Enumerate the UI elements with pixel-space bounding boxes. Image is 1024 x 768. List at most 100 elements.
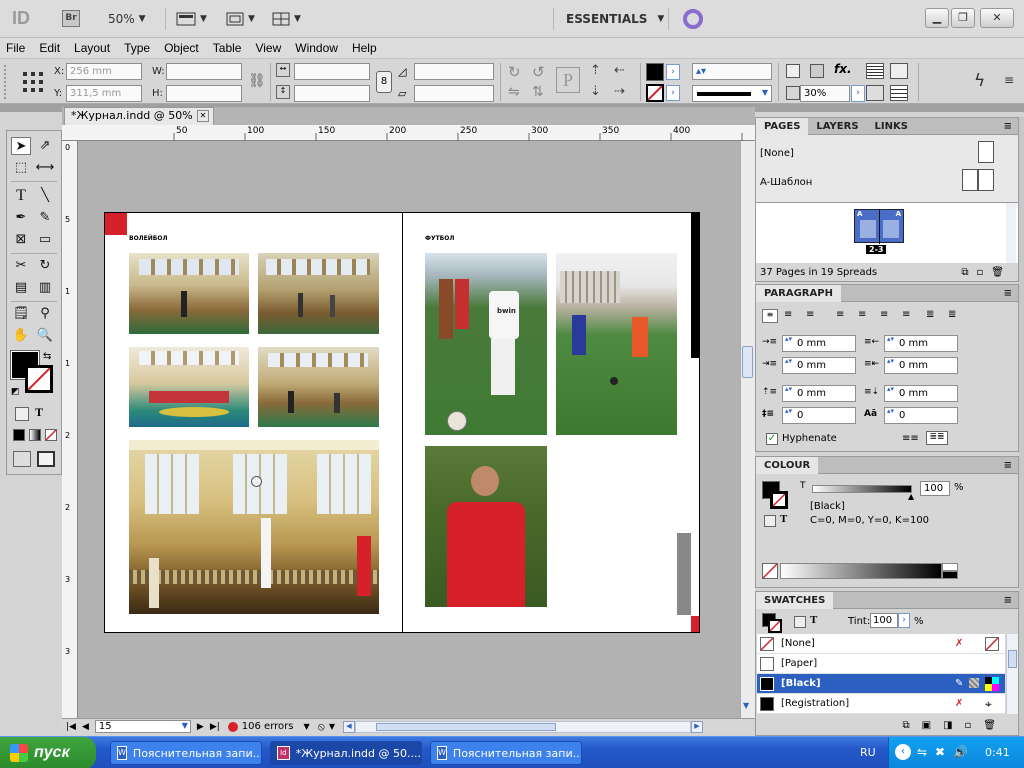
- zoom-tool-icon[interactable]: 🔍: [35, 327, 55, 345]
- menu-edit[interactable]: Edit: [39, 41, 60, 55]
- horizontal-scroll-thumb[interactable]: [375, 722, 556, 731]
- align-center-button[interactable]: ≡: [784, 309, 792, 320]
- close-button[interactable]: ✕: [980, 8, 1014, 28]
- menu-layout[interactable]: Layout: [74, 41, 110, 55]
- taskbar-task-word-1[interactable]: W Пояснительная запи...: [110, 741, 262, 765]
- fill-menu-arrow-icon[interactable]: ›: [666, 64, 680, 80]
- preflight-menu-chevron-icon[interactable]: ▼: [303, 722, 309, 731]
- select-container-icon[interactable]: ⇡: [590, 63, 601, 78]
- y-position-field[interactable]: 311,5 mm: [66, 85, 142, 102]
- stroke-type-dropdown[interactable]: ▼: [692, 85, 772, 102]
- align-right-button[interactable]: ≡: [806, 309, 814, 320]
- menu-table[interactable]: Table: [213, 41, 242, 55]
- tint-slider[interactable]: [812, 485, 912, 493]
- edit-page-size-icon[interactable]: ⧉: [961, 267, 968, 278]
- vertical-scrollbar[interactable]: ▼: [740, 141, 755, 718]
- left-indent-field[interactable]: 0 mm: [782, 335, 856, 352]
- normal-view-mode-icon[interactable]: [13, 451, 31, 467]
- tint-slider-handle-icon[interactable]: ▲: [908, 492, 914, 501]
- line-tool-icon[interactable]: ╲: [35, 187, 55, 205]
- swatches-tint-field[interactable]: 100: [870, 613, 898, 628]
- align-top-icon[interactable]: [866, 85, 884, 101]
- volleyball-photo-4[interactable]: [258, 347, 379, 427]
- quick-apply-lightning-icon[interactable]: ϟ: [974, 71, 985, 91]
- tab-links[interactable]: LINKS: [867, 118, 916, 135]
- swap-colors-icon[interactable]: ⇆: [43, 351, 51, 362]
- paragraph-panel-title[interactable]: PARAGRAPH: [756, 284, 841, 302]
- type-tool-icon[interactable]: T: [11, 187, 31, 205]
- volleyball-photo-1[interactable]: [129, 253, 249, 334]
- swatch-row-black[interactable]: [Black] ✎: [757, 674, 1005, 694]
- opacity-field[interactable]: 30%: [800, 85, 850, 102]
- colour-ramp[interactable]: [780, 563, 942, 579]
- tint-field[interactable]: 100: [920, 481, 950, 496]
- shear-field[interactable]: [414, 85, 494, 102]
- document-tab[interactable]: *Журнал.indd @ 50% ✕: [64, 107, 214, 125]
- rectangle-tool-icon[interactable]: ▭: [35, 231, 55, 249]
- colour-none-swatch[interactable]: [762, 563, 778, 579]
- menu-help[interactable]: Help: [352, 41, 377, 55]
- colour-ramp-black[interactable]: [942, 571, 958, 579]
- previous-page-icon[interactable]: ◀: [82, 722, 89, 732]
- close-tab-icon[interactable]: ✕: [197, 110, 209, 122]
- drop-cap-lines-field[interactable]: 0: [782, 407, 856, 424]
- preview-mode-icon[interactable]: [37, 451, 55, 467]
- new-swatch-icon[interactable]: ▫: [965, 720, 972, 731]
- colour-panel-title[interactable]: COLOUR: [756, 456, 819, 474]
- select-content-icon[interactable]: ⇣: [590, 84, 601, 99]
- swatch-row-none[interactable]: [None] ✗: [757, 634, 1005, 654]
- cs-live-icon[interactable]: [683, 9, 703, 29]
- eyedropper-tool-icon[interactable]: ⚲: [35, 305, 55, 323]
- language-indicator[interactable]: RU: [860, 746, 876, 759]
- start-button[interactable]: пуск: [0, 737, 96, 768]
- vertical-scroll-thumb[interactable]: [742, 346, 753, 378]
- selection-tool-icon[interactable]: ➤: [11, 137, 31, 155]
- first-page-icon[interactable]: |◀: [66, 722, 76, 732]
- delete-swatch-icon[interactable]: 🗑: [983, 720, 996, 731]
- menu-file[interactable]: File: [6, 41, 25, 55]
- volleyball-photo-3[interactable]: [129, 347, 249, 427]
- panel-menu-icon[interactable]: ≡: [1004, 288, 1012, 299]
- apply-none-icon[interactable]: [45, 429, 57, 441]
- hyphenate-checkbox[interactable]: ✓: [766, 433, 778, 445]
- justify-right-button[interactable]: ≡: [880, 309, 888, 320]
- apply-color-icon[interactable]: [13, 429, 25, 441]
- stroke-swatch[interactable]: [646, 84, 664, 102]
- height-field[interactable]: [166, 85, 242, 102]
- pages-scrollbar[interactable]: [1006, 203, 1016, 263]
- minimize-button[interactable]: ▁: [925, 8, 949, 28]
- swatches-text-icon[interactable]: T: [810, 614, 817, 626]
- scroll-left-icon[interactable]: ◀: [342, 720, 355, 733]
- fill-swatch[interactable]: [646, 63, 664, 81]
- colour-stroke-swatch[interactable]: [770, 491, 788, 509]
- width-field[interactable]: [166, 63, 242, 80]
- colour-container-icon[interactable]: [764, 515, 776, 527]
- space-after-field[interactable]: 0 mm: [884, 385, 958, 402]
- panel-menu-icon[interactable]: ≡: [1004, 460, 1012, 471]
- first-line-indent-field[interactable]: 0 mm: [782, 357, 856, 374]
- master-a-left-thumb[interactable]: [962, 169, 978, 191]
- align-baseline-grid-icon[interactable]: ≣≣: [926, 431, 948, 445]
- select-previous-icon[interactable]: ⇠: [614, 63, 625, 78]
- apply-gradient-icon[interactable]: [29, 429, 41, 441]
- flip-horizontal-icon[interactable]: ⇋: [508, 84, 520, 100]
- restore-button[interactable]: ❐: [951, 8, 975, 28]
- volume-icon[interactable]: 🔊: [953, 745, 968, 759]
- next-page-icon[interactable]: ▶: [197, 722, 204, 732]
- last-line-indent-field[interactable]: 0 mm: [884, 357, 958, 374]
- tab-pages[interactable]: PAGES: [756, 117, 809, 135]
- pencil-tool-icon[interactable]: ✎: [35, 209, 55, 227]
- flip-vertical-icon[interactable]: ⇅: [532, 84, 544, 100]
- scroll-right-icon[interactable]: ▶: [690, 720, 703, 733]
- gradient-swatch-tool-icon[interactable]: ▤: [11, 279, 31, 297]
- panel-menu-icon[interactable]: ≡: [1004, 121, 1012, 132]
- justify-center-button[interactable]: ≡: [858, 309, 866, 320]
- football-photo-1[interactable]: bwin: [425, 253, 547, 435]
- volleyball-photo-2[interactable]: [258, 253, 379, 334]
- formatting-text-icon[interactable]: T: [35, 405, 43, 420]
- page-menu-chevron-icon[interactable]: ▼: [329, 722, 335, 731]
- rotate-cw-icon[interactable]: ↻: [508, 63, 521, 81]
- tab-layers[interactable]: LAYERS: [808, 118, 866, 135]
- formatting-container-icon[interactable]: [15, 407, 29, 421]
- show-color-swatches-icon[interactable]: ▣: [922, 720, 931, 731]
